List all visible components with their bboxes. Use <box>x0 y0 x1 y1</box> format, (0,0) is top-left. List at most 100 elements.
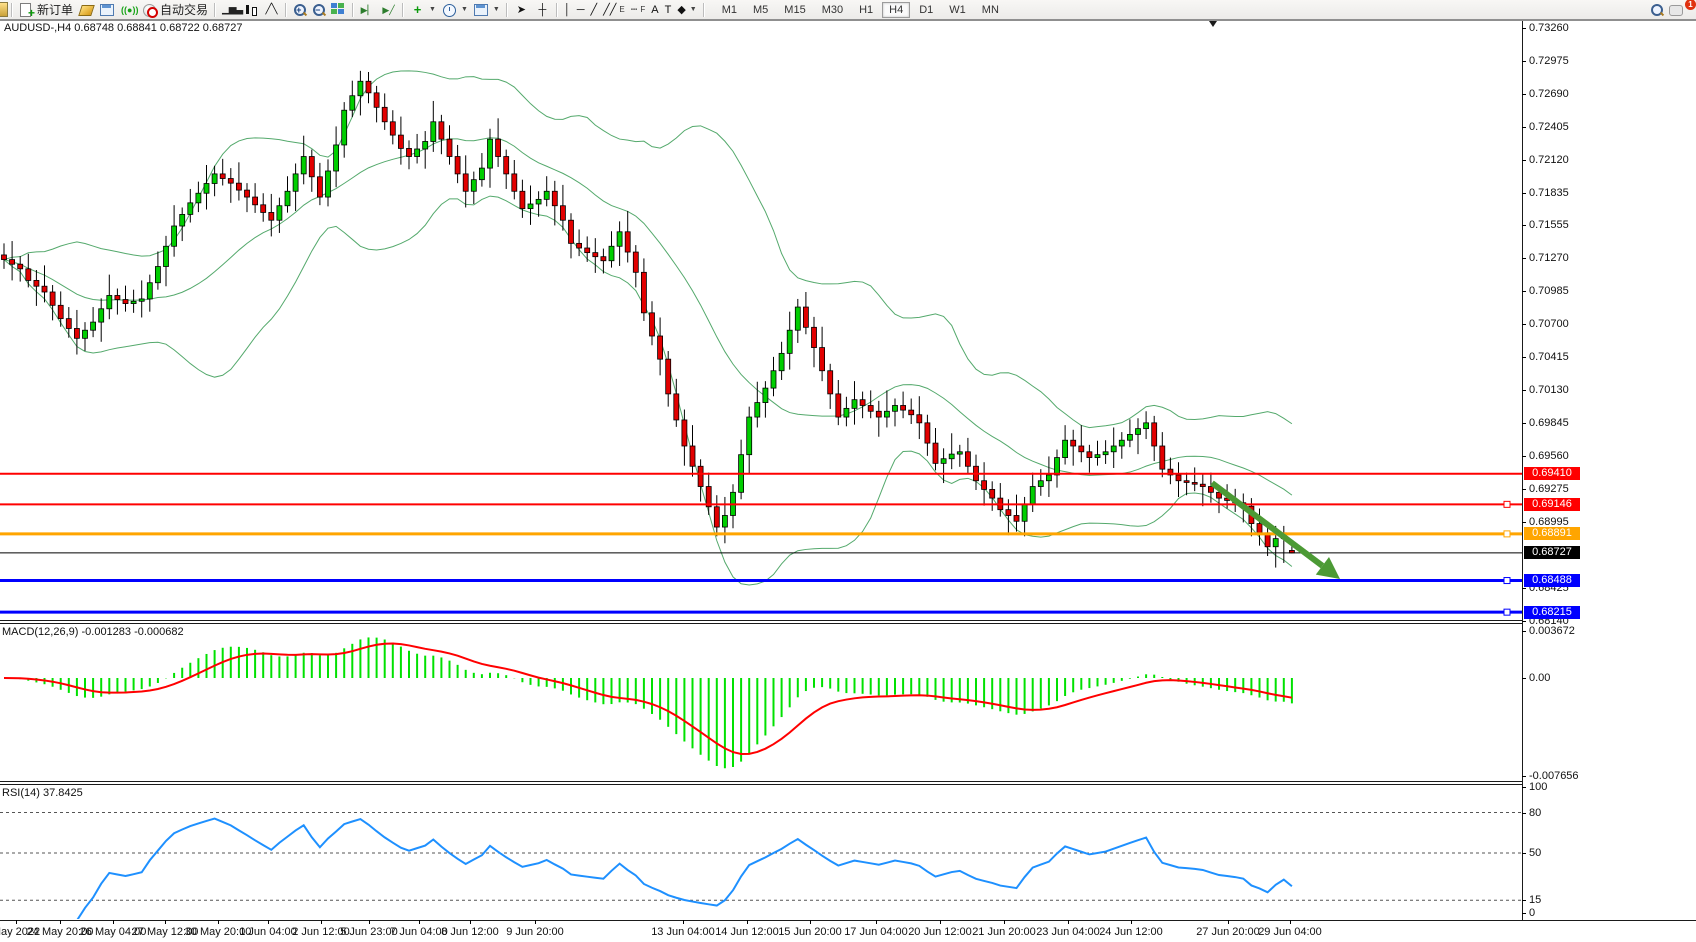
price-axis-tick: 0.71555 <box>1529 219 1609 231</box>
crosshair-icon: ┼ <box>535 3 550 17</box>
trendline-icon: ╱ <box>591 3 598 16</box>
market-watch-button[interactable] <box>76 1 97 18</box>
rsi-label: RSI(14) 37.8425 <box>2 787 83 799</box>
time-axis-tick-mark <box>940 920 941 924</box>
price-axis-tick: 0.72975 <box>1529 55 1609 67</box>
notifications-button[interactable]: 1 <box>1666 1 1692 18</box>
price-axis-tick: 0.72405 <box>1529 121 1609 133</box>
level-drag-handle[interactable] <box>1504 609 1510 615</box>
price-axis-tick-mark <box>1522 225 1526 226</box>
autotrading-button[interactable]: 自动交易 <box>139 1 211 18</box>
price-axis-tick: 0.69845 <box>1529 417 1609 429</box>
tab-timeframe-d1[interactable]: D1 <box>912 2 940 18</box>
channel-icon: ╱╱ <box>603 3 616 16</box>
tab-timeframe-m15[interactable]: M15 <box>777 2 812 18</box>
tile-windows-button[interactable] <box>328 1 349 18</box>
time-axis-tick-mark <box>60 920 61 924</box>
bar-chart-button[interactable]: ▁▅▃ <box>219 1 240 18</box>
text-label-button[interactable]: T <box>662 1 675 18</box>
price-line-label: 0.68215 <box>1524 606 1580 619</box>
price-axis-tick: 0.70415 <box>1529 351 1609 363</box>
price-axis-tick: 0.72120 <box>1529 154 1609 166</box>
rsi-axis-tick: 15 <box>1529 894 1609 906</box>
tab-timeframe-h1[interactable]: H1 <box>852 2 880 18</box>
time-axis-tick-mark <box>470 920 471 924</box>
price-axis-tick-mark <box>1522 357 1526 358</box>
clipped-left-icon[interactable] <box>0 2 8 17</box>
price-axis-tick-mark <box>1522 258 1526 259</box>
toolbar-separator <box>352 3 354 17</box>
chart-shift-marker[interactable] <box>1209 21 1217 27</box>
tab-timeframe-m1[interactable]: M1 <box>715 2 744 18</box>
autotrading-icon <box>142 3 157 17</box>
chart-shift-button[interactable]: ▶╱ <box>378 1 399 18</box>
shapes-icon: ◆ <box>677 3 685 16</box>
price-axis-tick-mark <box>1522 423 1526 424</box>
horizontal-line-button[interactable]: ─ <box>574 1 588 18</box>
autotrading-label: 自动交易 <box>160 1 208 18</box>
rsi-axis-tick-mark <box>1522 853 1526 854</box>
equidistant-channel-button[interactable]: ╱╱E <box>600 1 628 18</box>
price-line-label: 0.69410 <box>1524 467 1580 480</box>
price-line-label: 0.68891 <box>1524 527 1580 540</box>
templates-button[interactable]: ▼ <box>471 1 503 18</box>
price-axis-tick: 0.68995 <box>1529 516 1609 528</box>
data-window-button[interactable] <box>97 1 118 18</box>
data-window-icon <box>100 3 115 17</box>
line-chart-button[interactable]: ╱╲ <box>261 1 282 18</box>
navigator-button[interactable]: ((●)) <box>118 1 139 18</box>
periods-button[interactable]: ▼ <box>439 1 471 18</box>
price-axis-tick-mark <box>1522 390 1526 391</box>
crosshair-button[interactable]: ┼ <box>532 1 553 18</box>
time-axis-label: 29 Jun 04:00 <box>1245 926 1335 938</box>
time-axis-label: 24 Jun 12:00 <box>1086 926 1176 938</box>
rsi-axis-tick: 80 <box>1529 807 1609 819</box>
zoom-out-button[interactable]: − <box>309 1 328 18</box>
horizontal-line-icon: ─ <box>577 4 585 16</box>
price-axis-tick-mark <box>1522 522 1526 523</box>
search-button[interactable] <box>1647 1 1666 18</box>
macd-axis-tick-mark <box>1522 776 1526 777</box>
time-axis-tick-mark <box>165 920 166 924</box>
tab-timeframe-m5[interactable]: M5 <box>746 2 775 18</box>
price-axis-tick: 0.71835 <box>1529 187 1609 199</box>
price-axis-tick: 0.69275 <box>1529 483 1609 495</box>
new-order-button[interactable]: 新订单 <box>16 1 76 18</box>
toolbar-separator <box>11 3 13 17</box>
time-axis-tick-mark <box>683 920 684 924</box>
price-axis-tick: 0.70130 <box>1529 384 1609 396</box>
fibonacci-button[interactable]: ┄F <box>628 1 649 18</box>
new-order-label: 新订单 <box>37 1 73 18</box>
text-tool-icon: A <box>651 4 658 16</box>
tab-timeframe-h4[interactable]: H4 <box>882 2 910 18</box>
chat-bubble-icon <box>1669 3 1684 17</box>
arrows-button[interactable]: ◆▼ <box>674 1 699 18</box>
main-toolbar: 新订单 ((●)) 自动交易 ▁▅▃ ╱╲ + − ▶▏ ▶╱ +▼ ▼ ▼ ➤… <box>0 0 1696 21</box>
time-axis-tick-mark <box>1228 920 1229 924</box>
level-drag-handle[interactable] <box>1504 578 1510 584</box>
level-drag-handle[interactable] <box>1504 531 1510 537</box>
line-chart-icon: ╱╲ <box>264 3 279 17</box>
vertical-line-button[interactable]: │ <box>561 1 574 18</box>
level-drag-handle[interactable] <box>1504 501 1510 507</box>
text-tool-button[interactable]: A <box>648 1 661 18</box>
tab-timeframe-mn[interactable]: MN <box>975 2 1006 18</box>
candlestick-chart-button[interactable] <box>240 1 261 18</box>
tab-timeframe-w1[interactable]: W1 <box>942 2 973 18</box>
cursor-button[interactable]: ➤ <box>511 1 532 18</box>
fibonacci-icon: ┄ <box>631 3 638 16</box>
time-axis-tick-mark <box>747 920 748 924</box>
trendline-button[interactable]: ╱ <box>588 1 601 18</box>
rsi-axis-tick: 100 <box>1529 781 1609 793</box>
tile-windows-icon <box>331 2 346 17</box>
indicators-button[interactable]: +▼ <box>407 1 439 18</box>
price-axis-tick-mark <box>1522 621 1526 622</box>
zoom-in-icon: + <box>293 3 306 16</box>
auto-scroll-button[interactable]: ▶▏ <box>357 1 378 18</box>
toolbar-separator <box>214 3 216 17</box>
tab-timeframe-m30[interactable]: M30 <box>815 2 850 18</box>
zoom-in-button[interactable]: + <box>290 1 309 18</box>
chart-canvas[interactable]: AUDUSD-,H4 0.68748 0.68841 0.68722 0.687… <box>0 0 1696 942</box>
price-axis-tick: 0.70700 <box>1529 318 1609 330</box>
rsi-axis-tick-mark <box>1522 900 1526 901</box>
